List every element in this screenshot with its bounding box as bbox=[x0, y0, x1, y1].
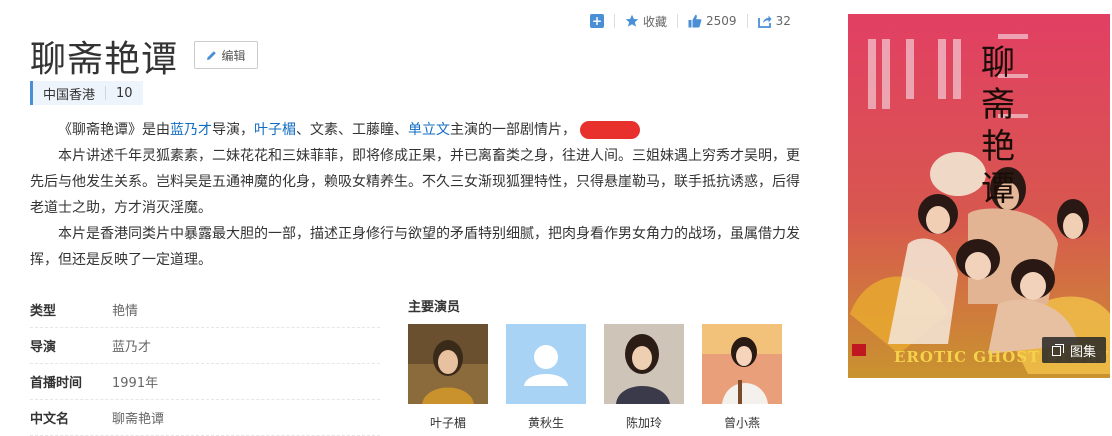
info-row-release: 首播时间 1991年 bbox=[30, 364, 380, 400]
info-row-genre: 类型 艳情 bbox=[30, 292, 380, 328]
info-key: 类型 bbox=[30, 304, 57, 319]
thumbs-up-icon bbox=[688, 14, 702, 28]
info-value: 1991年 bbox=[112, 376, 159, 391]
region-tag[interactable]: 中国香港 bbox=[33, 84, 105, 103]
info-value: 蓝乃才 bbox=[112, 340, 152, 355]
director-link[interactable]: 蓝乃才 bbox=[170, 122, 212, 138]
share-icon bbox=[757, 15, 772, 28]
desc-text: 主演的一部剧情片， bbox=[450, 122, 576, 138]
favorite-label: 收藏 bbox=[643, 14, 668, 29]
desc-text: 、文素、工藤瞳、 bbox=[296, 122, 408, 138]
actor-photo bbox=[604, 324, 684, 404]
desc-paragraph-3: 本片是香港同类片中暴露最大胆的一部，描述正身修行与欲望的矛盾特别细腻，把肉身看作… bbox=[30, 226, 800, 268]
share-button[interactable]: 32 bbox=[757, 14, 791, 28]
actor-card[interactable]: 叶子楣 bbox=[408, 324, 488, 431]
edit-button[interactable]: 编辑 bbox=[194, 41, 258, 69]
description: 《聊斋艳谭》是由蓝乃才导演，叶子楣、文素、工藤瞳、单立文主演的一部剧情片， 本片… bbox=[30, 117, 810, 273]
redaction-mark bbox=[580, 121, 640, 139]
divider bbox=[677, 14, 679, 28]
avatar-placeholder-icon bbox=[506, 324, 586, 404]
gallery-button[interactable]: 图集 bbox=[1042, 337, 1107, 363]
actor-photo bbox=[702, 324, 782, 404]
actor-card[interactable]: 曾小燕 bbox=[702, 324, 782, 431]
rating-value: 10 bbox=[116, 85, 133, 101]
actor-card[interactable]: 陈加玲 bbox=[604, 324, 684, 431]
actor-link[interactable]: 单立文 bbox=[408, 122, 450, 138]
like-count: 2509 bbox=[706, 14, 737, 28]
divider bbox=[746, 14, 748, 28]
like-button[interactable]: 2509 bbox=[688, 14, 737, 28]
pencil-icon bbox=[207, 50, 217, 60]
poster-vertical-title: 聊斋艳谭 bbox=[981, 43, 1015, 209]
divider bbox=[614, 14, 615, 28]
actor-name: 黄秋生 bbox=[527, 416, 564, 430]
info-row-director: 导演 蓝乃才 bbox=[30, 328, 380, 364]
share-count: 32 bbox=[775, 14, 791, 28]
actor-name: 叶子楣 bbox=[429, 416, 466, 430]
desc-text: 导演， bbox=[212, 122, 254, 138]
info-table: 类型 艳情 导演 蓝乃才 首播时间 1991年 中文名 聊斋艳谭 bbox=[30, 292, 380, 436]
star-icon bbox=[625, 14, 639, 27]
page-title: 聊斋艳谭 bbox=[30, 39, 179, 80]
desc-paragraph-2: 本片讲述千年灵狐素素，二妹花花和三妹菲菲，即将修成正果，并已离畜类之身，往进人间… bbox=[30, 148, 800, 216]
meta-tags: 中国香港 10 bbox=[30, 81, 143, 105]
poster-image[interactable]: 聊斋艳谭 EROTIC GHOST STORY bbox=[848, 14, 1110, 378]
add-icon[interactable]: + bbox=[590, 14, 604, 28]
info-key: 首播时间 bbox=[30, 376, 83, 391]
actor-name: 曾小燕 bbox=[723, 416, 760, 430]
info-key: 导演 bbox=[30, 340, 57, 355]
desc-text: 《聊斋艳谭》是由 bbox=[58, 122, 170, 138]
actors-heading: 主要演员 bbox=[408, 300, 461, 315]
info-value: 聊斋艳谭 bbox=[112, 412, 165, 427]
actor-name: 陈加玲 bbox=[625, 416, 662, 430]
info-key: 中文名 bbox=[30, 412, 70, 427]
actor-card[interactable]: 黄秋生 bbox=[506, 324, 586, 431]
gallery-icon bbox=[1052, 344, 1064, 356]
actor-photo bbox=[408, 324, 488, 404]
edit-label: 编辑 bbox=[221, 48, 246, 63]
desc-paragraph-1: 《聊斋艳谭》是由蓝乃才导演，叶子楣、文素、工藤瞳、单立文主演的一部剧情片， bbox=[30, 117, 810, 143]
gallery-label: 图集 bbox=[1070, 344, 1097, 360]
info-value: 艳情 bbox=[112, 304, 139, 319]
favorite-button[interactable]: 收藏 bbox=[625, 13, 667, 30]
actor-link[interactable]: 叶子楣 bbox=[254, 122, 296, 138]
action-bar: + 收藏 2509 32 bbox=[590, 10, 791, 32]
